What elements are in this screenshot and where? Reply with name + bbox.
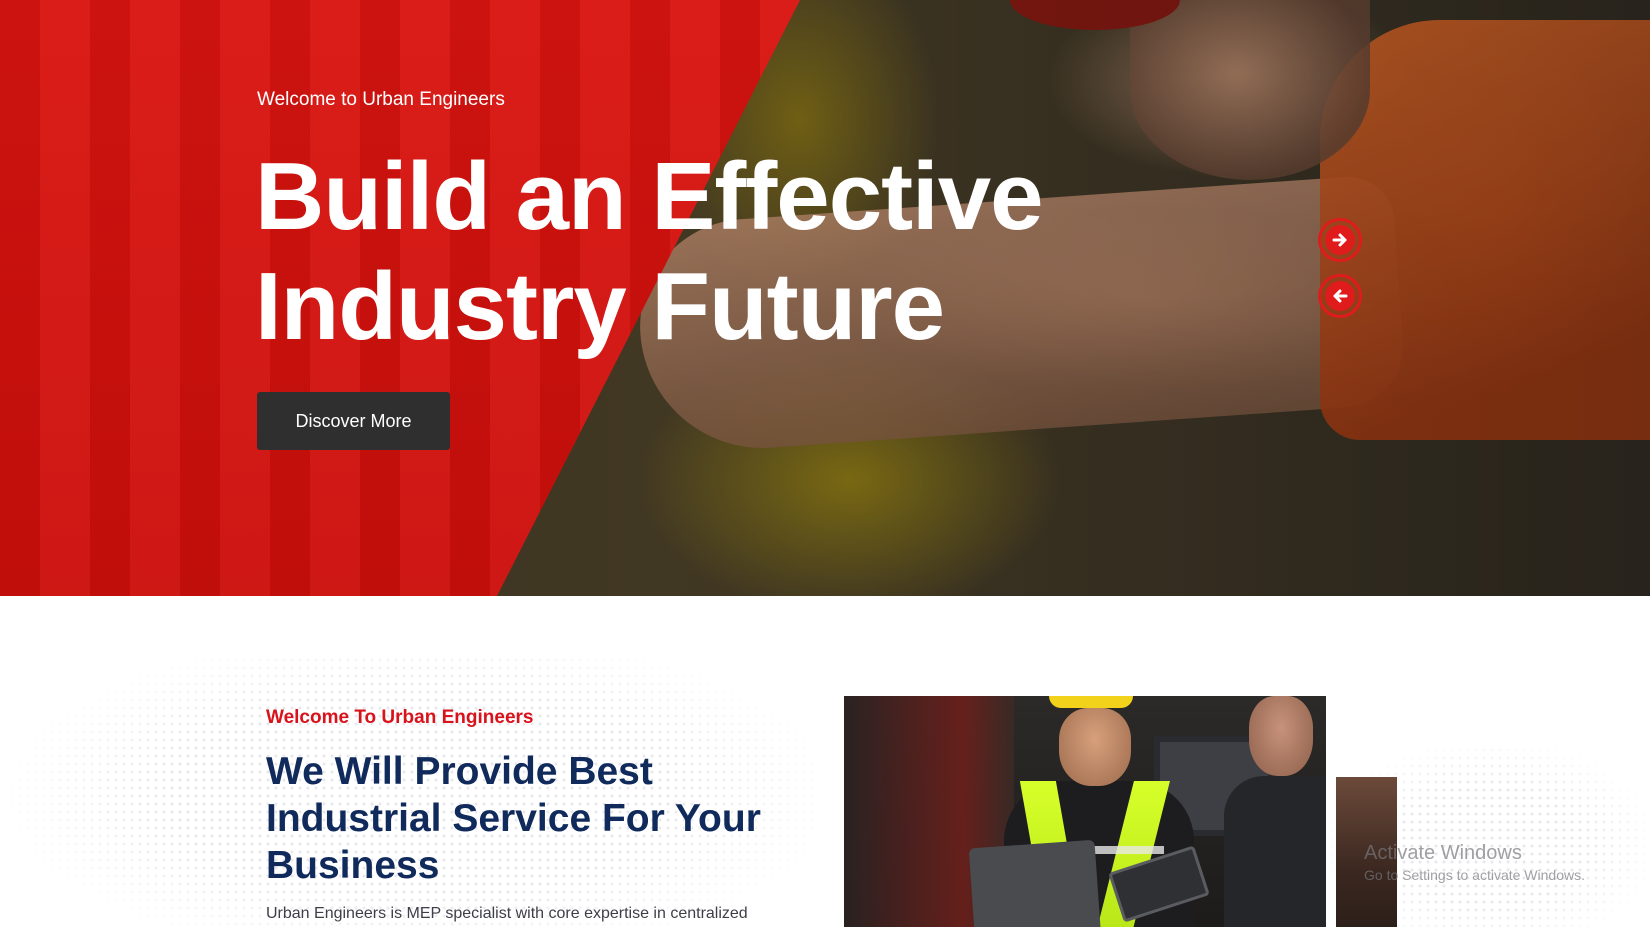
hero-title-line-2: Industry Future	[255, 253, 945, 360]
about-heading-line-2: Industrial Service For Your	[266, 797, 761, 840]
discover-more-button[interactable]: Discover More	[257, 392, 450, 450]
engineers-with-laptop-photo	[844, 696, 1326, 927]
slider-next-button[interactable]	[1318, 218, 1362, 262]
arrow-right-circle-icon	[1325, 225, 1355, 255]
hero-title-line-1: Build an Effective	[255, 143, 1044, 250]
hero-title: Build an Effective Industry Future	[255, 142, 1155, 362]
about-heading-line-3: Business	[266, 844, 440, 887]
watermark-subtitle: Go to Settings to activate Windows.	[1364, 867, 1585, 883]
about-eyebrow: Welcome To Urban Engineers	[266, 707, 534, 728]
slider-prev-button[interactable]	[1318, 274, 1362, 318]
hero-subtitle: Welcome to Urban Engineers	[257, 89, 505, 110]
about-description: Urban Engineers is MEP specialist with c…	[266, 905, 748, 922]
about-heading: We Will Provide Best Industrial Service …	[266, 748, 806, 889]
watermark-title: Activate Windows	[1364, 842, 1522, 864]
about-heading-line-1: We Will Provide Best	[266, 750, 653, 793]
arrow-left-circle-icon	[1325, 281, 1355, 311]
about-section: Welcome To Urban Engineers We Will Provi…	[0, 596, 1650, 927]
activate-windows-watermark: Activate Windows Go to Settings to activ…	[1364, 842, 1585, 883]
hero-banner: Welcome to Urban Engineers Build an Effe…	[0, 0, 1650, 596]
